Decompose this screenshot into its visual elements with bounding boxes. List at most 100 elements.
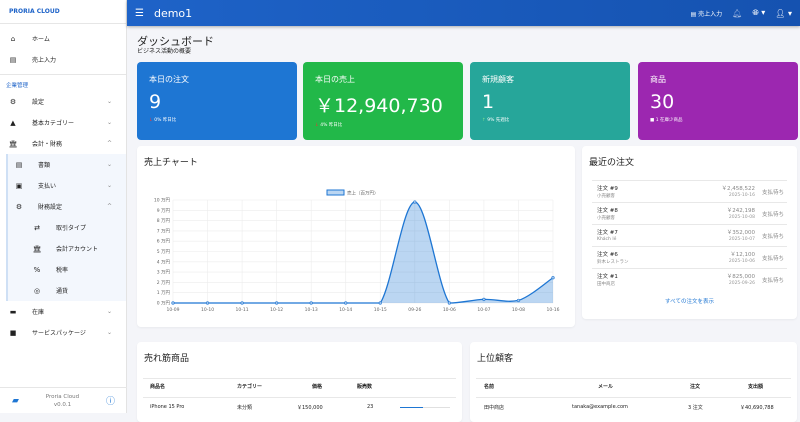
order-amount: ￥12,100 <box>730 252 755 258</box>
chevron-down-icon: ⌄ <box>106 308 112 315</box>
feedback-icon[interactable]: ▰ <box>12 396 19 406</box>
label: 設定 <box>32 99 45 106</box>
swap-icon: ⇄ <box>34 223 40 232</box>
order-customer: 鈴木レストラン <box>597 260 629 265</box>
order-customer: 田中商店 <box>597 282 615 287</box>
delta: ↑ 9% 先週比 <box>482 118 510 123</box>
currency-icon: ◎ <box>33 286 41 295</box>
label: 基本カテゴリー <box>32 120 75 127</box>
product-name: iPhone 15 Pro <box>150 404 185 410</box>
x-tick-label: 10-16 <box>546 307 559 313</box>
sidebar-item-accounting[interactable]: 🏛 会計・財務 ^ <box>0 133 126 154</box>
x-tick-label: 10-12 <box>270 307 283 313</box>
label: 商品 <box>650 75 666 84</box>
sidebar-item-tax-rates[interactable]: % 税率 <box>8 259 126 280</box>
sidebar-item-service-packages[interactable]: ■ サービスパッケージ ⌄ <box>0 322 126 343</box>
col-name: 名前 <box>484 384 495 390</box>
sidebar-item-inventory[interactable]: ▬ 在庫 ⌄ <box>0 301 126 322</box>
product-category: 未分類 <box>237 405 253 411</box>
sales-chart: 0 万円 1 万円 2 万円 3 万円 4 万円 5 万円 6 万円 7 万円 8 万円 9 万円… <box>154 189 560 313</box>
stat-card-orders[interactable]: 本日の注文 9 ↓ 0% 昨日比 <box>137 62 297 140</box>
y-tick-label: 3 万円 <box>157 270 171 276</box>
app-name: Proria Cloud <box>45 393 80 400</box>
data-point <box>551 276 555 280</box>
data-point <box>309 301 313 305</box>
bell-icon[interactable]: 🔔︎ <box>732 9 742 18</box>
order-customer: 小売顧客 <box>597 194 615 199</box>
sidebar-item-settings[interactable]: ⚙ 設定 ⌄ <box>0 91 126 112</box>
y-tick-label: 10 万円 <box>154 198 171 204</box>
user-icon[interactable]: 👤︎ ▾ <box>775 9 792 18</box>
sales-entry-button[interactable]: ▤ 売上入力 <box>691 9 723 18</box>
accounting-submenu: ▤ 書類 ⌄ ▣ 支払い ⌄ ⚙ 財務設定 ^ ⇄ 取引タイプ 🏛 会計アカウント % 税率 ◎ 通… <box>6 154 126 301</box>
delta-text: 1 在庫少商品 <box>655 118 683 123</box>
order-row[interactable]: 注文 #6 鈴木レストラン ￥12,100 2025-10-06 支払待ち <box>592 246 787 268</box>
sidebar-item-sales-entry[interactable]: ▤ 売上入力 <box>0 49 126 70</box>
sidebar-item-transaction-types[interactable]: ⇄ 取引タイプ <box>8 217 126 238</box>
order-date: 2025-09-26 <box>728 281 755 286</box>
order-row[interactable]: 注文 #9 小売顧客 ￥2,458,522 2025-10-16 支払待ち <box>592 180 787 202</box>
menu-icon[interactable]: ☰ <box>135 8 144 19</box>
sidebar-item-categories[interactable]: ▲ 基本カテゴリー ⌄ <box>0 112 126 133</box>
order-amount: ￥352,000 <box>726 230 755 236</box>
panel-title: 売れ筋商品 <box>144 354 190 364</box>
package-icon: ■ <box>9 328 17 337</box>
label: 書類 <box>38 162 51 169</box>
sidebar-item-documents[interactable]: ▤ 書類 ⌄ <box>8 154 126 175</box>
share-bar-fill <box>400 407 423 408</box>
chevron-down-icon: ⌄ <box>106 98 112 105</box>
stat-card-sales[interactable]: 本日の売上 ￥12,940,730 ↓ 4% 昨日比 <box>303 62 463 140</box>
delta: ↓ 0% 昨日比 <box>149 118 177 123</box>
chevron-down-icon: ⌄ <box>106 161 112 168</box>
inventory-icon: ▬ <box>9 307 17 316</box>
stat-card-customers[interactable]: 新規顧客 1 ↑ 9% 先週比 <box>470 62 630 140</box>
sidebar-item-payments[interactable]: ▣ 支払い ⌄ <box>8 175 126 196</box>
data-point <box>205 301 210 305</box>
sidebar-item-accounts[interactable]: 🏛 会計アカウント <box>8 238 126 259</box>
sidebar-item-finance-settings[interactable]: ⚙ 財務設定 ^ <box>8 196 126 217</box>
col-email: メール <box>598 384 614 390</box>
language-icon[interactable]: 🌐︎ ▾ <box>752 8 765 18</box>
x-tick-label: 10-13 <box>305 307 318 313</box>
home-icon: ⌂ <box>10 34 16 43</box>
document-icon: ▤ <box>15 160 23 169</box>
value: 9 <box>149 91 162 113</box>
sidebar-item-home[interactable]: ⌂ ホーム <box>0 28 126 49</box>
data-point <box>413 200 417 204</box>
data-point <box>275 301 279 305</box>
data-point <box>447 301 451 305</box>
legend-swatch <box>326 189 345 196</box>
label: 税率 <box>56 267 69 274</box>
help-icon[interactable]: ⓘ <box>106 394 115 407</box>
panel-title: 最近の注文 <box>589 158 635 168</box>
x-tick-label: 10-11 <box>236 307 249 313</box>
col-sold: 販売数 <box>357 384 373 390</box>
label: 財務設定 <box>38 204 63 211</box>
stat-card-products[interactable]: 商品 30 ■ 1 在庫少商品 <box>638 62 798 140</box>
col-spent: 支出額 <box>748 384 764 390</box>
section-label: 企業管理 <box>6 83 29 89</box>
y-tick-label: 9 万円 <box>157 208 171 214</box>
order-number: 注文 #1 <box>597 274 618 280</box>
order-number: 注文 #8 <box>597 208 618 214</box>
sidebar: PRORIA CLOUD ⌂ ホーム ▤ 売上入力 企業管理 ⚙ 設定 ⌄ ▲ 基本カテゴ… <box>0 0 127 413</box>
order-row[interactable]: 注文 #1 田中商店 ￥825,000 2025-09-26 支払待ち <box>592 268 787 290</box>
shapes-icon: ▲ <box>10 118 16 127</box>
order-row[interactable]: 注文 #7 Khách lẻ ￥352,000 2025-10-07 支払待ち <box>592 224 787 246</box>
y-tick-label: 7 万円 <box>157 228 171 234</box>
view-all-orders-link[interactable]: すべての注文を表示 <box>582 297 797 305</box>
data-point <box>171 301 175 305</box>
label: 売上入力 <box>32 57 57 64</box>
customer-spent: ￥40,690,788 <box>740 405 774 411</box>
y-tick-label: 4 万円 <box>157 259 171 265</box>
order-amount: ￥2,458,522 <box>721 186 756 192</box>
x-tick-label: 10-06 <box>443 307 456 313</box>
sidebar-item-currency[interactable]: ◎ 通貨 <box>8 280 126 301</box>
label: 支払い <box>38 183 57 190</box>
order-row[interactable]: 注文 #8 小売顧客 ￥242,198 2025-10-08 支払待ち <box>592 202 787 224</box>
customer-orders: 3 注文 <box>688 405 703 411</box>
customer-name: 田中商店 <box>484 405 505 411</box>
order-date: 2025-10-07 <box>728 237 755 242</box>
order-amount: ￥825,000 <box>726 274 755 280</box>
gear-icon: ⚙ <box>15 202 23 211</box>
